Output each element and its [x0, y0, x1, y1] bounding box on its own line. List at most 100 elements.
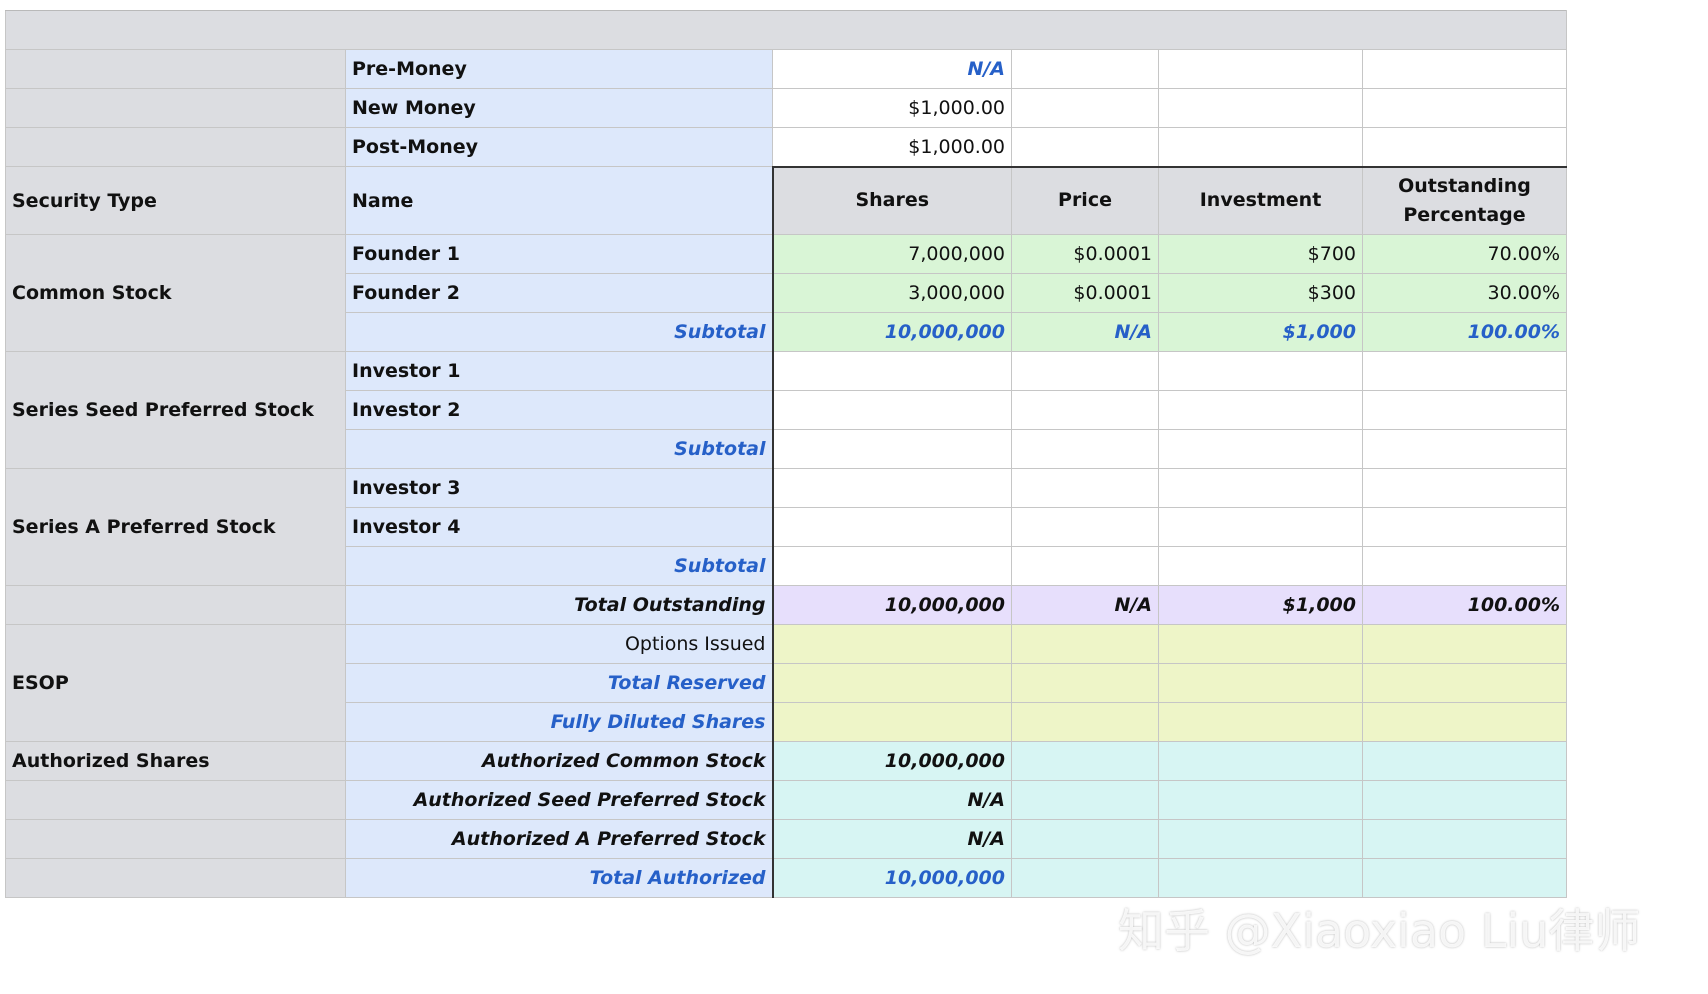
shares-cell[interactable]: [771, 351, 1012, 391]
header-price[interactable]: Price: [1011, 165, 1159, 235]
cell-blank[interactable]: [1362, 858, 1567, 898]
cell-blank[interactable]: [1011, 49, 1159, 89]
subtotal-label[interactable]: Subtotal: [345, 429, 773, 469]
cell-blank[interactable]: [1362, 127, 1567, 167]
price-cell[interactable]: [1011, 702, 1159, 742]
cell-blank[interactable]: [1011, 858, 1159, 898]
authorized-common-value[interactable]: 10,000,000: [771, 741, 1012, 781]
section-authorized-shares[interactable]: Authorized Shares: [5, 741, 346, 781]
new-money-value[interactable]: $1,000.00: [772, 88, 1012, 128]
holder-name[interactable]: Investor 2: [345, 390, 773, 430]
section-series-a[interactable]: Series A Preferred Stock: [5, 468, 346, 586]
investment-cell[interactable]: [1158, 702, 1363, 742]
subtotal-percentage[interactable]: 100.00%: [1362, 312, 1567, 352]
shares-cell[interactable]: 3,000,000: [771, 273, 1012, 313]
header-shares[interactable]: Shares: [771, 165, 1012, 235]
holder-name[interactable]: Investor 3: [345, 468, 773, 508]
price-cell[interactable]: [1011, 390, 1159, 430]
holder-name[interactable]: Founder 2: [345, 273, 773, 313]
shares-cell[interactable]: [771, 507, 1012, 547]
header-investment[interactable]: Investment: [1158, 165, 1363, 235]
investment-cell[interactable]: [1158, 507, 1363, 547]
cell-blank[interactable]: [5, 585, 346, 625]
investment-cell[interactable]: [1158, 663, 1363, 703]
investment-cell[interactable]: [1158, 468, 1363, 508]
authorized-a-value[interactable]: N/A: [771, 819, 1012, 859]
subtotal-shares[interactable]: 10,000,000: [771, 312, 1012, 352]
post-money-value[interactable]: $1,000.00: [772, 127, 1012, 167]
total-outstanding-shares[interactable]: 10,000,000: [771, 585, 1012, 625]
header-name[interactable]: Name: [345, 166, 773, 235]
investment-cell[interactable]: [1158, 624, 1363, 664]
total-outstanding-investment[interactable]: $1,000: [1158, 585, 1363, 625]
authorized-seed-value[interactable]: N/A: [771, 780, 1012, 820]
subtotal-label[interactable]: Subtotal: [345, 312, 773, 352]
cell-blank[interactable]: [5, 49, 346, 89]
subtotal-investment[interactable]: [1158, 429, 1363, 469]
total-reserved-label[interactable]: Total Reserved: [345, 663, 773, 703]
subtotal-shares[interactable]: [771, 546, 1012, 586]
subtotal-price[interactable]: [1011, 429, 1159, 469]
fully-diluted-label[interactable]: Fully Diluted Shares: [345, 702, 773, 742]
cell-blank[interactable]: [5, 819, 346, 859]
holder-name[interactable]: Investor 4: [345, 507, 773, 547]
cell-blank[interactable]: [1011, 127, 1159, 167]
price-cell[interactable]: $0.0001: [1011, 273, 1159, 313]
authorized-seed-label[interactable]: Authorized Seed Preferred Stock: [345, 780, 773, 820]
price-cell[interactable]: [1011, 624, 1159, 664]
post-money-label[interactable]: Post-Money: [345, 127, 773, 167]
section-series-seed[interactable]: Series Seed Preferred Stock: [5, 351, 346, 469]
percentage-cell[interactable]: [1362, 624, 1567, 664]
cell-blank[interactable]: [1158, 741, 1363, 781]
cell-blank[interactable]: [5, 858, 346, 898]
cell-blank[interactable]: [1362, 819, 1567, 859]
cell-blank[interactable]: [1011, 819, 1159, 859]
header-outstanding-percentage[interactable]: Outstanding Percentage: [1362, 165, 1567, 235]
percentage-cell[interactable]: [1362, 351, 1567, 391]
cell-blank[interactable]: [1158, 49, 1363, 89]
cell-blank[interactable]: [1362, 741, 1567, 781]
holder-name[interactable]: Investor 1: [345, 351, 773, 391]
subtotal-percentage[interactable]: [1362, 546, 1567, 586]
subtotal-investment[interactable]: $1,000: [1158, 312, 1363, 352]
cell-blank[interactable]: [1158, 858, 1363, 898]
cell-blank[interactable]: [1158, 127, 1363, 167]
price-cell[interactable]: $0.0001: [1011, 234, 1159, 274]
options-issued-label[interactable]: Options Issued: [345, 624, 773, 664]
cell-blank[interactable]: [5, 780, 346, 820]
percentage-cell[interactable]: [1362, 507, 1567, 547]
cell-blank[interactable]: [5, 88, 346, 128]
authorized-a-label[interactable]: Authorized A Preferred Stock: [345, 819, 773, 859]
percentage-cell[interactable]: [1362, 390, 1567, 430]
investment-cell[interactable]: $700: [1158, 234, 1363, 274]
total-authorized-label[interactable]: Total Authorized: [345, 858, 773, 898]
section-esop[interactable]: ESOP: [5, 624, 346, 742]
new-money-label[interactable]: New Money: [345, 88, 773, 128]
authorized-common-label[interactable]: Authorized Common Stock: [345, 741, 773, 781]
subtotal-price[interactable]: [1011, 546, 1159, 586]
pre-money-label[interactable]: Pre-Money: [345, 49, 773, 89]
investment-cell[interactable]: [1158, 390, 1363, 430]
total-outstanding-label[interactable]: Total Outstanding: [345, 585, 773, 625]
subtotal-price[interactable]: N/A: [1011, 312, 1159, 352]
price-cell[interactable]: [1011, 468, 1159, 508]
section-common-stock[interactable]: Common Stock: [5, 234, 346, 352]
cell-blank[interactable]: [1158, 819, 1363, 859]
total-outstanding-price[interactable]: N/A: [1011, 585, 1159, 625]
shares-cell[interactable]: 7,000,000: [771, 234, 1012, 274]
percentage-cell[interactable]: [1362, 468, 1567, 508]
shares-cell[interactable]: [771, 702, 1012, 742]
cell-blank[interactable]: [1011, 741, 1159, 781]
price-cell[interactable]: [1011, 507, 1159, 547]
total-outstanding-percentage[interactable]: 100.00%: [1362, 585, 1567, 625]
shares-cell[interactable]: [771, 663, 1012, 703]
percentage-cell[interactable]: [1362, 702, 1567, 742]
investment-cell[interactable]: [1158, 351, 1363, 391]
cell-blank[interactable]: [1011, 88, 1159, 128]
cell-blank[interactable]: [1011, 780, 1159, 820]
cell-blank[interactable]: [1362, 780, 1567, 820]
percentage-cell[interactable]: 70.00%: [1362, 234, 1567, 274]
holder-name[interactable]: Founder 1: [345, 234, 773, 274]
shares-cell[interactable]: [771, 468, 1012, 508]
total-authorized-value[interactable]: 10,000,000: [771, 858, 1012, 898]
